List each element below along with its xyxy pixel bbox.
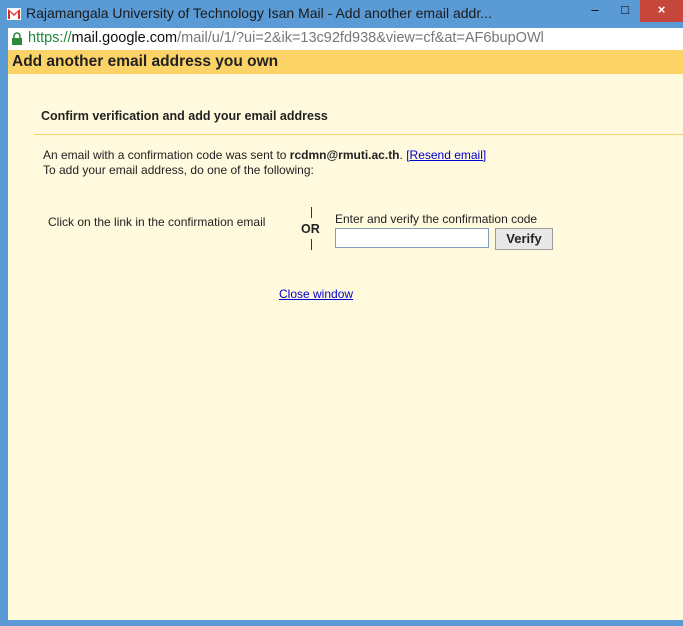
page-header: Add another email address you own — [8, 50, 683, 74]
lock-icon — [11, 32, 23, 45]
confirmation-code-input[interactable] — [335, 228, 489, 248]
url-path: /mail/u/1/?ui=2&ik=13c92fd938&view=cf&at… — [177, 30, 544, 46]
option-click-link: Click on the link in the confirmation em… — [48, 215, 266, 229]
email-address: rcdmn@rmuti.ac.th — [289, 148, 400, 162]
url-host: mail.google.com — [71, 30, 178, 46]
page-content: Add another email address you own Confir… — [8, 50, 683, 620]
instruction-text: To add your email address, do one of the… — [43, 163, 314, 177]
or-label: OR — [301, 222, 320, 236]
url-scheme: https:// — [28, 30, 72, 46]
verify-button[interactable]: Verify — [495, 228, 553, 250]
section-divider — [34, 134, 683, 135]
minimize-button[interactable]: ‒ — [580, 0, 610, 22]
address-bar[interactable]: https://mail.google.com/mail/u/1/?ui=2&i… — [8, 28, 683, 51]
gmail-icon — [7, 7, 21, 20]
confirmation-message: An email with a confirmation code was se… — [43, 148, 486, 162]
or-divider-bottom — [311, 239, 312, 250]
popup-window: Rajamangala University of Technology Isa… — [0, 0, 683, 626]
window-title: Rajamangala University of Technology Isa… — [26, 5, 492, 21]
sent-prefix: An email with a confirmation code was se… — [43, 148, 290, 162]
maximize-button[interactable]: □ — [610, 0, 640, 22]
option-enter-code-label: Enter and verify the confirmation code — [335, 212, 538, 226]
close-button[interactable]: × — [640, 0, 683, 22]
url-text: https://mail.google.com/mail/u/1/?ui=2&i… — [28, 30, 544, 46]
title-bar[interactable]: Rajamangala University of Technology Isa… — [0, 0, 683, 28]
page-title: Add another email address you own — [12, 53, 279, 70]
or-divider-top — [311, 207, 312, 218]
section-title: Confirm verification and add your email … — [41, 109, 328, 123]
resend-email-link[interactable]: [Resend email] — [406, 148, 486, 162]
close-window-link[interactable]: Close window — [279, 287, 353, 301]
